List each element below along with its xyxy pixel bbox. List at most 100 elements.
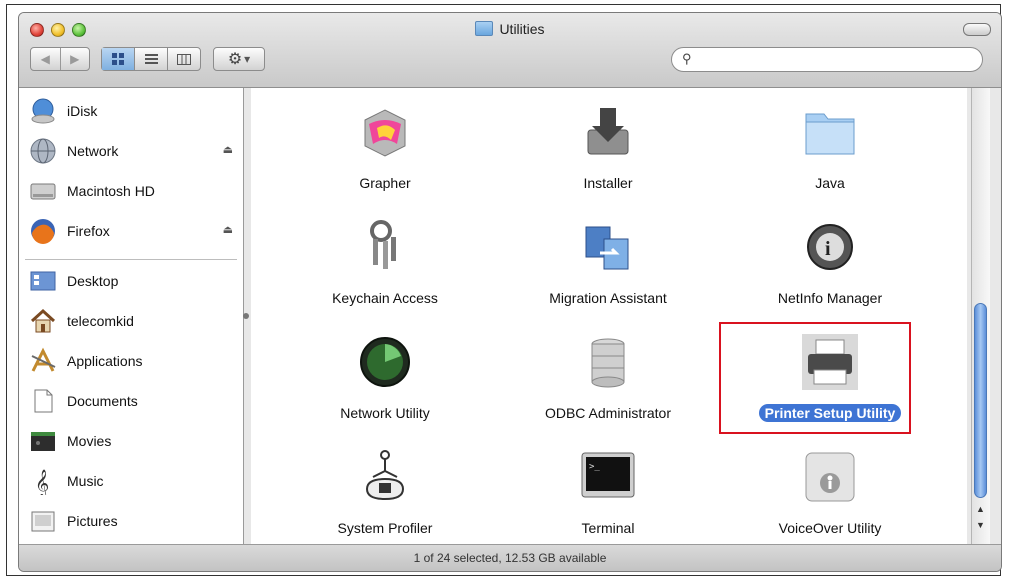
file-item-label: NetInfo Manager	[777, 290, 883, 306]
file-item-printer-setup-utility[interactable]: Printer Setup Utility	[730, 332, 930, 423]
title-bar[interactable]: Utilities ◀ ▶ ⚙ ▾ ⚲	[19, 13, 1001, 88]
sidebar-item-label: Network	[67, 143, 119, 159]
sidebar-resize-handle[interactable]	[243, 313, 249, 319]
sidebar-item-movies[interactable]: Movies	[29, 424, 239, 458]
sidebar-separator	[25, 259, 237, 260]
sidebar-item-telecomkid[interactable]: telecomkid	[29, 304, 239, 338]
back-forward-control: ◀ ▶	[30, 47, 90, 71]
applications-icon	[29, 347, 57, 375]
firefox-icon	[29, 217, 57, 245]
eject-icon[interactable]: ⏏	[223, 143, 233, 156]
sidebar-item-desktop[interactable]: Desktop	[29, 264, 239, 298]
sidebar-item-label: Applications	[67, 353, 143, 369]
idisk-icon	[29, 97, 57, 125]
column-view-icon[interactable]	[168, 48, 200, 70]
sidebar-item-label: Documents	[67, 393, 138, 409]
home-icon	[29, 307, 57, 335]
list-view-icon[interactable]	[135, 48, 168, 70]
desktop-icon	[29, 267, 57, 295]
terminal-icon: >_	[578, 447, 638, 507]
finder-window: Utilities ◀ ▶ ⚙ ▾ ⚲ iDisk Network ⏏ Macinto	[18, 12, 1002, 572]
file-item-label: Grapher	[359, 175, 411, 191]
file-item-keychain-access[interactable]: Keychain Access	[285, 217, 485, 308]
file-item-label: Network Utility	[340, 405, 430, 421]
file-item-network-utility[interactable]: Network Utility	[285, 332, 485, 423]
chevron-down-icon: ▾	[244, 52, 251, 66]
movies-icon	[29, 427, 57, 455]
toolbar-toggle-button[interactable]	[963, 23, 991, 36]
file-item-label: Java	[815, 175, 845, 191]
file-item-terminal[interactable]: >_ Terminal	[508, 447, 708, 538]
documents-icon	[29, 387, 57, 415]
file-item-label: Installer	[583, 175, 633, 191]
file-item-odbc-administrator[interactable]: ODBC Administrator	[508, 332, 708, 423]
file-grid: Grapher Installer Java Keychain Access Migra…	[251, 88, 967, 544]
sidebar-item-pictures[interactable]: Pictures	[29, 504, 239, 538]
file-item-voiceover-utility[interactable]: VoiceOver Utility	[730, 447, 930, 538]
sidebar-item-applications[interactable]: Applications	[29, 344, 239, 378]
sidebar-item-label: Macintosh HD	[67, 183, 155, 199]
file-item-java[interactable]: Java	[730, 102, 930, 193]
sidebar-item-documents[interactable]: Documents	[29, 384, 239, 418]
scroll-up-arrow[interactable]: ▲	[976, 504, 985, 514]
printer-icon	[800, 332, 860, 392]
sidebar-item-idisk[interactable]: iDisk	[29, 94, 239, 128]
status-text: 1 of 24 selected, 12.53 GB available	[413, 551, 607, 565]
sidebar: iDisk Network ⏏ Macintosh HD Firefox ⏏ Desktop…	[19, 88, 244, 544]
sidebar-item-label: Desktop	[67, 273, 119, 289]
sidebar-item-network[interactable]: Network ⏏	[29, 134, 239, 168]
file-item-label: ODBC Administrator	[544, 405, 672, 421]
java-folder-icon	[800, 102, 860, 162]
sidebar-item-label: Movies	[67, 433, 112, 449]
migration-assistant-icon	[578, 217, 638, 277]
svg-text:>_: >_	[589, 462, 600, 472]
network-icon	[29, 137, 57, 165]
voiceover-icon	[800, 447, 860, 507]
odbc-icon	[578, 332, 638, 392]
window-title-text: Utilities	[499, 21, 545, 37]
status-bar: 1 of 24 selected, 12.53 GB available	[19, 544, 1001, 571]
file-item-grapher[interactable]: Grapher	[285, 102, 485, 193]
vertical-scrollbar[interactable]: ▲ ▼	[971, 88, 990, 544]
scroll-thumb[interactable]	[974, 303, 987, 498]
sidebar-item-label: Pictures	[67, 513, 118, 529]
sidebar-item-label: iDisk	[67, 103, 98, 119]
sidebar-item-label: Music	[67, 473, 104, 489]
file-item-netinfo-manager[interactable]: i NetInfo Manager	[730, 217, 930, 308]
icon-view-icon[interactable]	[102, 48, 135, 70]
sidebar-item-label: Firefox	[67, 223, 110, 239]
file-item-installer[interactable]: Installer	[508, 102, 708, 193]
window-title: Utilities	[19, 21, 1001, 37]
search-field[interactable]: ⚲	[671, 47, 983, 72]
file-item-migration-assistant[interactable]: Migration Assistant	[508, 217, 708, 308]
eject-icon[interactable]: ⏏	[223, 223, 233, 236]
sidebar-item-music[interactable]: 𝄞 Music	[29, 464, 239, 498]
gear-icon: ⚙	[227, 51, 243, 68]
file-item-label: Migration Assistant	[549, 290, 667, 306]
file-item-label: Terminal	[581, 520, 635, 536]
file-item-system-profiler[interactable]: System Profiler	[285, 447, 485, 538]
music-icon: 𝄞	[29, 467, 57, 495]
svg-text:𝄞: 𝄞	[35, 469, 49, 495]
file-item-label: System Profiler	[337, 520, 433, 536]
file-item-label: Keychain Access	[332, 290, 438, 306]
file-item-label: Printer Setup Utility	[758, 404, 902, 422]
sidebar-item-macintosh-hd[interactable]: Macintosh HD	[29, 174, 239, 208]
installer-icon	[578, 102, 638, 162]
forward-button[interactable]: ▶	[61, 48, 90, 70]
svg-text:i: i	[825, 238, 831, 260]
folder-icon	[475, 21, 494, 36]
scroll-down-arrow[interactable]: ▼	[976, 520, 985, 530]
sidebar-item-label: telecomkid	[67, 313, 134, 329]
grapher-icon	[355, 102, 415, 162]
action-menu-button[interactable]: ⚙ ▾	[213, 47, 265, 71]
back-button[interactable]: ◀	[31, 48, 61, 70]
hard-drive-icon	[29, 177, 57, 205]
pictures-icon	[29, 507, 57, 535]
system-profiler-icon	[355, 447, 415, 507]
file-item-label: VoiceOver Utility	[778, 520, 882, 536]
sidebar-item-firefox[interactable]: Firefox ⏏	[29, 214, 239, 248]
search-icon: ⚲	[682, 51, 692, 66]
netinfo-icon: i	[800, 217, 860, 277]
view-mode-control	[101, 47, 201, 71]
